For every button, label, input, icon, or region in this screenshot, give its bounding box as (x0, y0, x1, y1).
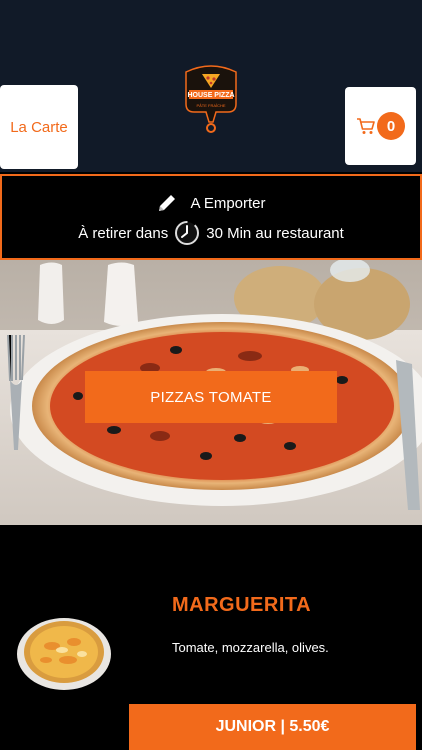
svg-text:PÂTE FRAÎCHE: PÂTE FRAÎCHE (196, 103, 225, 108)
product-card[interactable]: MARGUERITA Tomate, mozzarella, olives. J… (0, 526, 422, 750)
category-button[interactable]: PIZZAS TOMATE (85, 371, 337, 423)
order-info-bar[interactable]: A Emporter À retirer dans 30 Min au rest… (0, 174, 422, 260)
category-banner[interactable]: PIZZAS TOMATE (0, 260, 422, 525)
cart-count-badge: 0 (377, 112, 405, 140)
order-mode: A Emporter (190, 194, 266, 212)
price-label: JUNIOR | 5.50€ (215, 718, 330, 735)
category-label: PIZZAS TOMATE (150, 388, 272, 406)
menu-button[interactable]: La Carte (0, 85, 78, 169)
pickup-time: 30 Min au restaurant (206, 224, 344, 242)
menu-button-label: La Carte (10, 118, 68, 136)
clock-icon (175, 221, 200, 245)
pencil-icon (159, 195, 176, 211)
pizza-thumbnail (17, 618, 111, 690)
cart-icon (357, 118, 375, 134)
product-description: Tomate, mozzarella, olives. (172, 640, 329, 655)
svg-text:HOUSE PIZZA: HOUSE PIZZA (187, 92, 234, 99)
pickup-prefix: À retirer dans (78, 224, 169, 242)
add-junior-size-button[interactable]: JUNIOR | 5.50€ (129, 704, 416, 750)
product-name: MARGUERITA (172, 594, 312, 616)
house-pizza-logo: HOUSE PIZZA PÂTE FRAÎCHE (185, 65, 237, 133)
app-header: La Carte HOUSE PIZZA PÂTE FRAÎCHE 0 (0, 0, 422, 172)
cart-button[interactable]: 0 (345, 87, 416, 165)
